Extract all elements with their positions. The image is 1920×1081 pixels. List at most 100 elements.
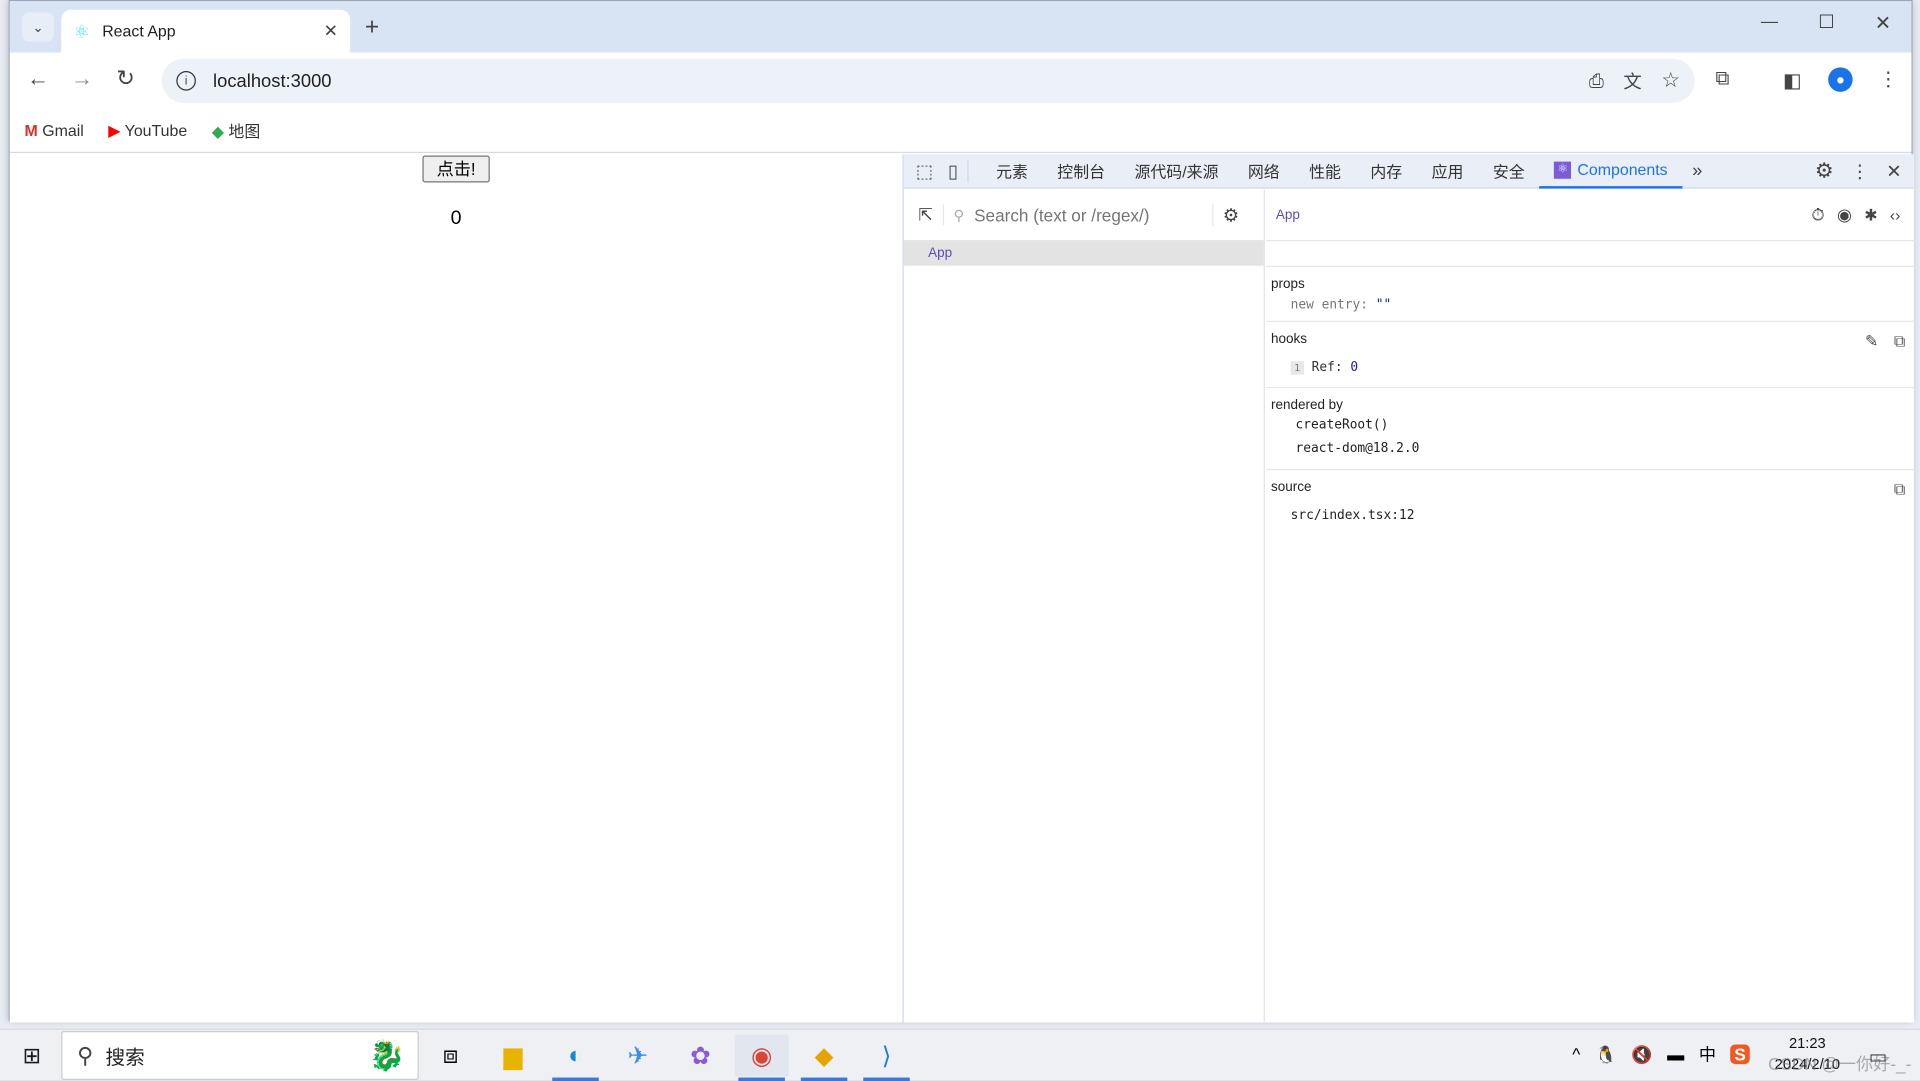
taskbar-search[interactable]: ⚲ 搜索 🐉 (61, 1031, 419, 1081)
hook-row: 1 Ref: 0 (1290, 360, 1358, 375)
app-icon[interactable]: ✈ (611, 1035, 665, 1077)
maps-icon: ◆ (211, 122, 224, 141)
bookmark-label: YouTube (124, 120, 188, 139)
tab-elements[interactable]: 元素 (981, 154, 1042, 188)
show-hidden-icons-icon[interactable]: ^ (1572, 1044, 1580, 1064)
bookmark-maps[interactable]: ◆ 地图 (212, 119, 261, 142)
url-text: localhost:3000 (213, 70, 332, 92)
battery-icon[interactable]: ▬ (1667, 1044, 1684, 1064)
eye-icon[interactable]: ◉ (1837, 204, 1852, 225)
bookmark-youtube[interactable]: ▶ YouTube (108, 121, 187, 141)
tab-components[interactable]: ⚛ Components (1539, 154, 1683, 188)
volume-muted-icon[interactable]: 🔇 (1631, 1044, 1652, 1065)
task-view-icon[interactable]: ⧈ (424, 1035, 478, 1077)
bookmark-label: 地图 (228, 122, 261, 141)
hook-value[interactable]: 0 (1350, 360, 1358, 375)
tab-sources[interactable]: 源代码/来源 (1120, 154, 1233, 188)
source-section: source ⧉ src/index.tsx:12 (1266, 468, 1916, 542)
prop-row: new entry: "" (1290, 297, 1392, 313)
page-content: 点击! 0 (9, 154, 903, 1023)
profile-avatar-icon[interactable]: ● (1828, 67, 1853, 92)
browser-tab[interactable]: ⚛ React App ✕ (61, 9, 351, 53)
close-tab-icon[interactable]: ✕ (324, 21, 338, 42)
tab-search-chevron-icon[interactable]: ⌄ (22, 12, 54, 42)
devtools-settings-icon[interactable]: ⚙ (1815, 159, 1834, 183)
devtools-tabbar: ⬚ ▯ 元素 控制台 源代码/来源 网络 性能 内存 应用 安全 ⚛ Compon… (903, 154, 1914, 189)
bookmark-star-icon[interactable]: ☆ (1661, 69, 1680, 93)
parse-hook-names-icon[interactable]: ✎ (1865, 332, 1878, 352)
new-tab-icon[interactable]: + (365, 13, 379, 41)
app-icon[interactable]: ◆ (797, 1035, 851, 1081)
device-toolbar-icon[interactable]: ▯ (948, 159, 970, 182)
tab-memory[interactable]: 内存 (1356, 154, 1417, 188)
click-button[interactable]: 点击! (422, 155, 490, 183)
chrome-menu-icon[interactable]: ⋮ (1878, 67, 1898, 91)
youtube-icon: ▶ (108, 120, 121, 139)
stopwatch-icon[interactable]: ⏱ (1811, 204, 1824, 225)
extensions-icon[interactable]: ⧉ (1716, 69, 1730, 91)
address-bar[interactable]: i localhost:3000 ⎙ 文 ☆ (161, 58, 1695, 103)
inspector-header: App ⏱ ◉ ✱ ‹› (1266, 190, 1916, 242)
props-section: props new entry: "" (1266, 265, 1916, 321)
install-app-icon[interactable]: ⎙ (1589, 70, 1604, 91)
browser-window: ⌄ ⚛ React App ✕ + — ☐ ✕ ← → ↻ i localhos… (8, 0, 1916, 1023)
devtools-menu-icon[interactable]: ⋮ (1851, 160, 1869, 182)
component-search-input[interactable] (974, 205, 1195, 225)
tab-security[interactable]: 安全 (1478, 154, 1539, 188)
gmail-icon: M (24, 121, 38, 140)
windows-taskbar: ⊞ ⚲ 搜索 🐉 ⧈ ▆ ◐ ✈ ✿ ◉ ◆ ⟩ ^ 🐧 🔇 ▬ 中 S 21:… (0, 1028, 1920, 1081)
copy-source-icon[interactable]: ⧉ (1894, 480, 1905, 500)
notifications-icon[interactable]: ▭ (1869, 1044, 1888, 1068)
maximize-icon[interactable]: ☐ (1818, 11, 1834, 33)
tab-performance[interactable]: 性能 (1294, 154, 1355, 188)
reload-icon[interactable]: ↻ (116, 66, 134, 92)
sogou-icon[interactable]: S (1730, 1044, 1750, 1065)
tab-strip: ⌄ ⚛ React App ✕ + — ☐ ✕ (9, 1, 1912, 53)
devtools-panel: ⬚ ▯ 元素 控制台 源代码/来源 网络 性能 内存 应用 安全 ⚛ Compon… (902, 154, 1916, 1023)
selected-component-name: App (1275, 207, 1300, 223)
edge-icon[interactable]: ◐ (549, 1035, 603, 1081)
qq-icon[interactable]: 🐧 (1595, 1044, 1616, 1065)
tab-title: React App (102, 22, 176, 41)
close-devtools-icon[interactable]: ✕ (1886, 160, 1901, 182)
tree-settings-icon[interactable]: ⚙ (1211, 203, 1239, 226)
tab-network[interactable]: 网络 (1233, 154, 1294, 188)
minimize-icon[interactable]: — (1761, 11, 1778, 31)
rendered-by-heading: rendered by (1271, 397, 1343, 413)
translate-icon[interactable]: 文 (1623, 68, 1641, 94)
more-tabs-icon[interactable]: » (1692, 160, 1702, 181)
bug-icon[interactable]: ✱ (1864, 205, 1877, 225)
forward-icon[interactable]: → (71, 66, 93, 92)
side-panel-icon[interactable]: ◧ (1783, 69, 1802, 93)
bookmark-gmail[interactable]: M Gmail (24, 121, 83, 139)
watermark: CSDN @一你好-_- (1768, 1054, 1912, 1074)
inspect-element-icon[interactable]: ⬚ (916, 160, 933, 182)
copilot-icon[interactable]: ✿ (673, 1035, 727, 1077)
view-source-icon[interactable]: ‹› (1890, 206, 1901, 224)
copy-hooks-icon[interactable]: ⧉ (1894, 332, 1905, 352)
prop-key: new entry (1290, 297, 1361, 313)
react-components-icon: ⚛ (1554, 161, 1572, 179)
start-windows-icon[interactable]: ⊞ (5, 1035, 59, 1077)
renderer-item[interactable]: react-dom@18.2.0 (1296, 441, 1420, 456)
ime-indicator[interactable]: 中 (1699, 1042, 1716, 1066)
component-tree-pane: ⇱ ⚲ ⚙ App (903, 189, 1265, 1023)
hook-index: 1 (1290, 361, 1304, 375)
search-label: 搜索 (105, 1048, 145, 1069)
rendered-by-section: rendered by createRoot() react-dom@18.2.… (1266, 386, 1916, 469)
file-explorer-icon[interactable]: ▆ (486, 1035, 540, 1077)
source-location[interactable]: src/index.tsx:12 (1291, 508, 1415, 523)
component-inspector-pane: App ⏱ ◉ ✱ ‹› props new entry: "" hooks ✎… (1266, 190, 1916, 1023)
close-window-icon[interactable]: ✕ (1875, 11, 1891, 35)
renderer-item[interactable]: createRoot() (1296, 418, 1389, 433)
tab-application[interactable]: 应用 (1417, 154, 1478, 188)
tree-item-app[interactable]: App (903, 241, 1264, 266)
chrome-icon[interactable]: ◉ (734, 1034, 789, 1081)
tab-console[interactable]: 控制台 (1043, 154, 1120, 188)
hooks-heading: hooks (1271, 331, 1307, 347)
site-info-icon[interactable]: i (176, 71, 196, 91)
back-icon[interactable]: ← (27, 66, 49, 92)
vscode-icon[interactable]: ⟩ (860, 1035, 914, 1081)
prop-value[interactable]: "" (1376, 298, 1391, 313)
select-element-icon[interactable]: ⇱ (918, 204, 944, 226)
